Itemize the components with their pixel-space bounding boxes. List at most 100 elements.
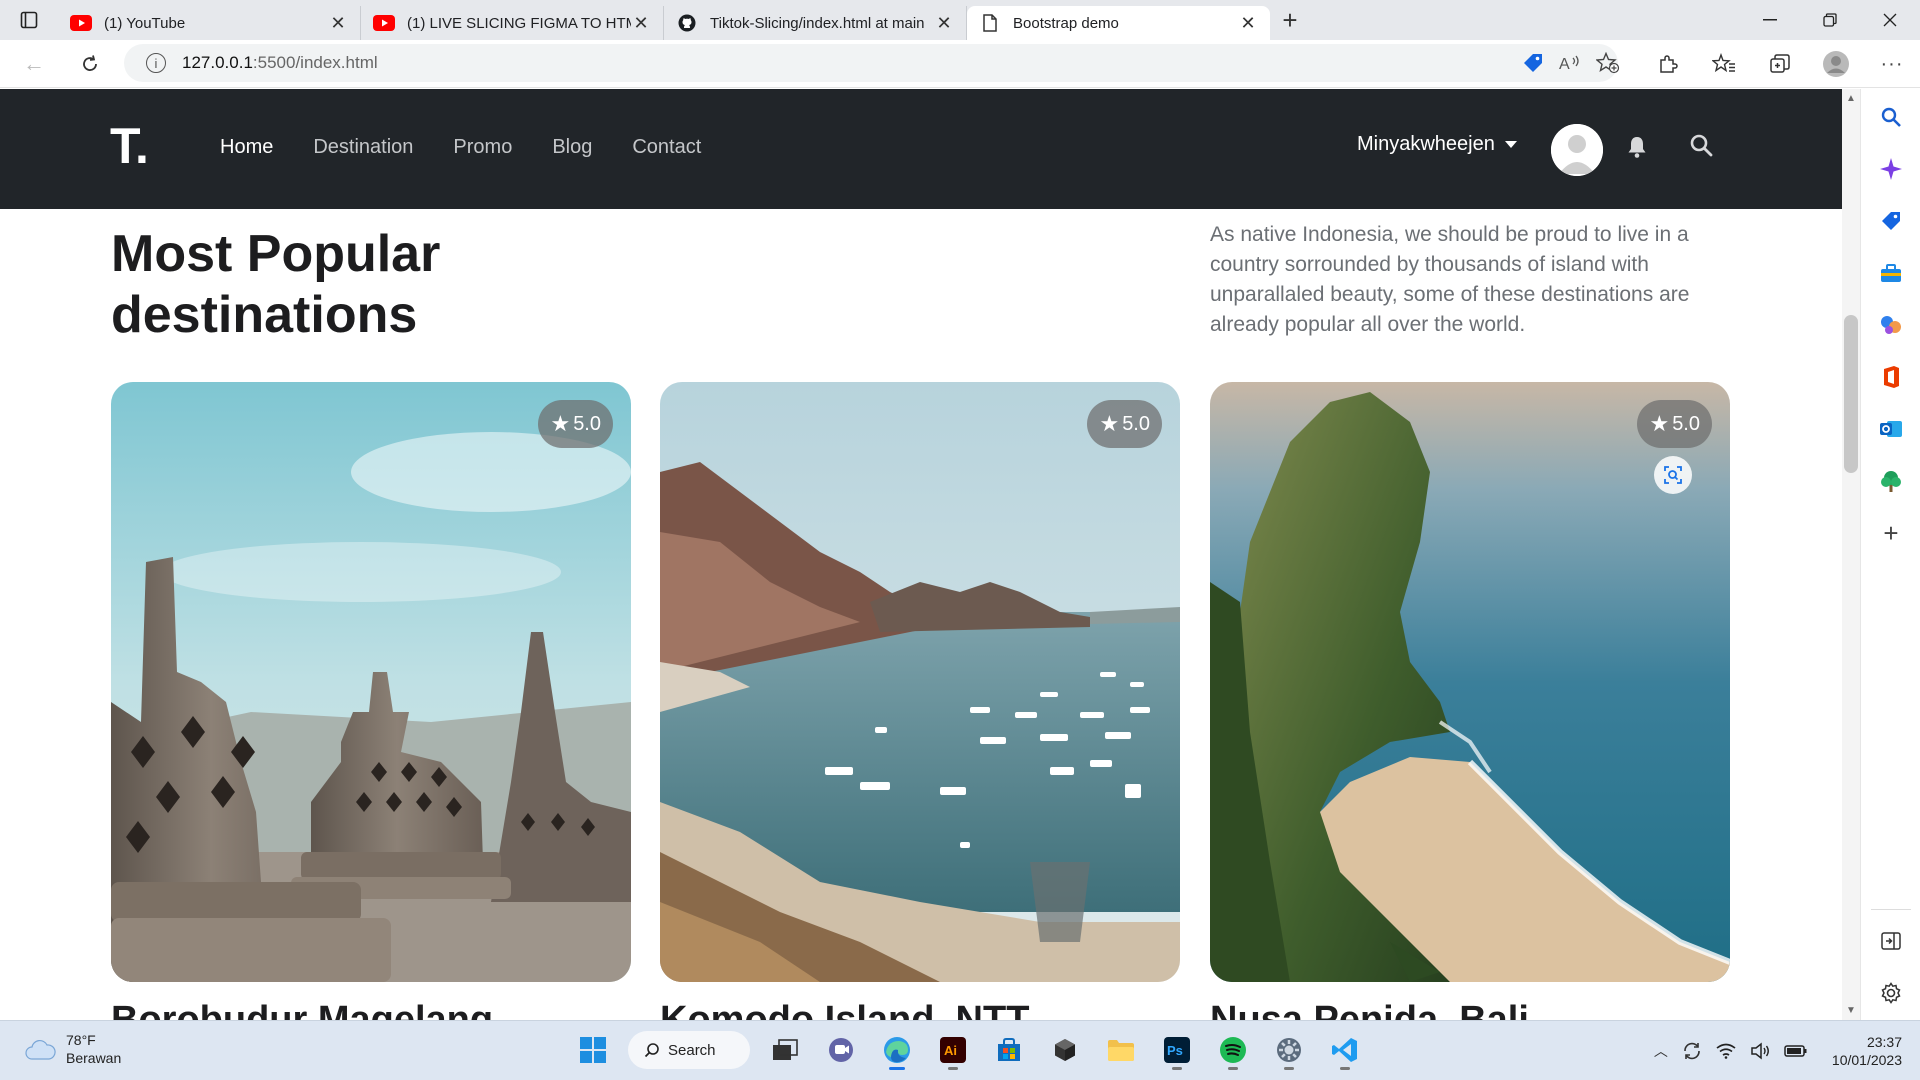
tools-icon[interactable] <box>1877 259 1905 287</box>
clock-time: 23:37 <box>1866 1034 1902 1050</box>
favorite-add-icon[interactable] <box>1596 52 1620 74</box>
scroll-up-icon[interactable]: ▲ <box>1846 93 1856 104</box>
battery-icon[interactable] <box>1784 1043 1808 1059</box>
task-view-button[interactable] <box>764 1029 806 1071</box>
back-button[interactable]: ← <box>14 44 54 84</box>
window-controls <box>1740 0 1920 40</box>
store-icon <box>998 1038 1020 1061</box>
star-icon: ★ <box>1649 411 1670 436</box>
page-scrollbar[interactable]: ▲ ▼ <box>1842 89 1860 1020</box>
destination-card-komodo[interactable]: ★ 5.0 <box>660 382 1180 982</box>
settings-button[interactable] <box>1268 1029 1310 1071</box>
caret-down-icon <box>1504 141 1517 148</box>
shopping-icon[interactable] <box>1877 207 1905 235</box>
close-icon[interactable]: ✕ <box>631 13 651 34</box>
illustrator-button[interactable]: Ai <box>932 1029 974 1071</box>
restore-button[interactable] <box>1800 0 1860 40</box>
reload-button[interactable] <box>70 44 110 84</box>
edge-taskbar-button[interactable] <box>876 1029 918 1071</box>
sidebar-search-icon[interactable] <box>1877 103 1905 131</box>
site-logo[interactable]: T. <box>110 117 149 175</box>
avatar[interactable] <box>1551 124 1603 176</box>
volume-icon[interactable] <box>1750 1042 1770 1060</box>
nav-link-destination[interactable]: Destination <box>313 136 413 159</box>
shopping-tag-icon[interactable] <box>1522 52 1544 74</box>
site-info-icon[interactable]: i <box>146 53 166 73</box>
weather-widget[interactable]: 78°F Berawan <box>24 1031 121 1067</box>
sync-icon[interactable] <box>1682 1041 1702 1061</box>
tree-icon[interactable] <box>1877 467 1905 495</box>
photoshop-icon: Ps <box>1164 1037 1190 1063</box>
tab-title: Tiktok-Slicing/index.html at main <box>710 14 925 32</box>
favorites-button[interactable] <box>1696 44 1752 84</box>
close-icon[interactable]: ✕ <box>328 13 348 34</box>
add-sidebar-app-icon[interactable]: + <box>1877 518 1905 548</box>
card-title[interactable]: Nusa Penida, Bali <box>1210 999 1529 1020</box>
scrollbar-thumb[interactable] <box>1844 315 1858 473</box>
scroll-down-icon[interactable]: ▼ <box>1846 1005 1856 1016</box>
file-explorer-button[interactable] <box>1100 1029 1142 1071</box>
tab-live-slicing[interactable]: (1) LIVE SLICING FIGMA TO HTML ✕ <box>361 6 664 40</box>
games-icon[interactable] <box>1877 311 1905 339</box>
tab-bootstrap-demo[interactable]: Bootstrap demo ✕ <box>967 6 1270 40</box>
unity-button[interactable] <box>1044 1029 1086 1071</box>
user-dropdown[interactable]: Minyakwheejen <box>1357 133 1517 156</box>
windows-taskbar: 78°F Berawan Search Ai Ps ︿ 23:37 10/01/… <box>0 1020 1920 1080</box>
photoshop-button[interactable]: Ps <box>1156 1029 1198 1071</box>
read-aloud-icon[interactable]: A <box>1558 52 1582 74</box>
tab-github[interactable]: Tiktok-Slicing/index.html at main ✕ <box>664 6 967 40</box>
nusa-penida-photo <box>1210 382 1730 982</box>
teams-chat-button[interactable] <box>820 1029 862 1071</box>
office-icon[interactable] <box>1877 363 1905 391</box>
tab-actions-button[interactable] <box>0 0 58 40</box>
search-icon[interactable] <box>1689 133 1713 157</box>
address-bar[interactable]: i 127.0.0.1:5500/index.html <box>124 44 1618 82</box>
edge-icon <box>884 1037 910 1063</box>
profile-button[interactable] <box>1808 44 1864 84</box>
close-window-button[interactable] <box>1860 0 1920 40</box>
nav-link-home[interactable]: Home <box>220 136 273 159</box>
extensions-button[interactable] <box>1640 44 1696 84</box>
bell-icon[interactable] <box>1626 135 1648 159</box>
collections-button[interactable] <box>1752 44 1808 84</box>
tab-youtube[interactable]: (1) YouTube ✕ <box>58 6 361 40</box>
sidebar-settings-icon[interactable] <box>1877 979 1905 1007</box>
heading-line-1: Most Popular <box>111 225 441 283</box>
rating-value: 5.0 <box>573 412 601 435</box>
browser-right-icons: ··· <box>1640 44 1920 84</box>
nav-link-contact[interactable]: Contact <box>632 136 701 159</box>
visual-search-button[interactable] <box>1654 456 1692 494</box>
destination-card-borobudur[interactable]: ★ 5.0 <box>111 382 631 982</box>
heading-line-2: destinations <box>111 286 418 344</box>
show-hidden-icons[interactable]: ︿ <box>1654 1041 1668 1061</box>
tab-title: Bootstrap demo <box>1013 14 1119 32</box>
edge-sidebar: + <box>1860 89 1920 1020</box>
taskbar-search[interactable]: Search <box>628 1031 750 1069</box>
spotify-icon <box>1220 1037 1246 1063</box>
minimize-button[interactable] <box>1740 0 1800 40</box>
komodo-photo <box>660 382 1180 982</box>
collections-icon <box>1770 54 1790 73</box>
new-tab-button[interactable]: + <box>1270 0 1310 40</box>
start-button[interactable] <box>572 1029 614 1071</box>
microsoft-store-button[interactable] <box>988 1029 1030 1071</box>
spotify-button[interactable] <box>1212 1029 1254 1071</box>
search-icon <box>644 1043 659 1058</box>
nav-link-blog[interactable]: Blog <box>552 136 592 159</box>
close-icon[interactable]: ✕ <box>934 13 954 34</box>
wifi-icon[interactable] <box>1716 1043 1736 1059</box>
card-title[interactable]: Komodo Island, NTT <box>660 999 1029 1020</box>
hide-sidebar-icon[interactable] <box>1877 927 1905 955</box>
vscode-button[interactable] <box>1324 1029 1366 1071</box>
clock[interactable]: 23:37 10/01/2023 <box>1832 1033 1902 1069</box>
copilot-icon[interactable] <box>1877 155 1905 183</box>
nav-link-promo[interactable]: Promo <box>453 136 512 159</box>
outlook-icon[interactable] <box>1877 415 1905 443</box>
minimize-icon <box>1763 19 1777 21</box>
settings-menu-button[interactable]: ··· <box>1864 44 1920 84</box>
svg-text:A: A <box>1559 56 1570 73</box>
close-icon[interactable]: ✕ <box>1238 13 1258 34</box>
destination-card-nusa-penida[interactable]: ★ 5.0 <box>1210 382 1730 982</box>
card-title[interactable]: Borobudur Magelang <box>111 999 493 1020</box>
tab-strip: (1) YouTube ✕ (1) LIVE SLICING FIGMA TO … <box>0 0 1920 40</box>
